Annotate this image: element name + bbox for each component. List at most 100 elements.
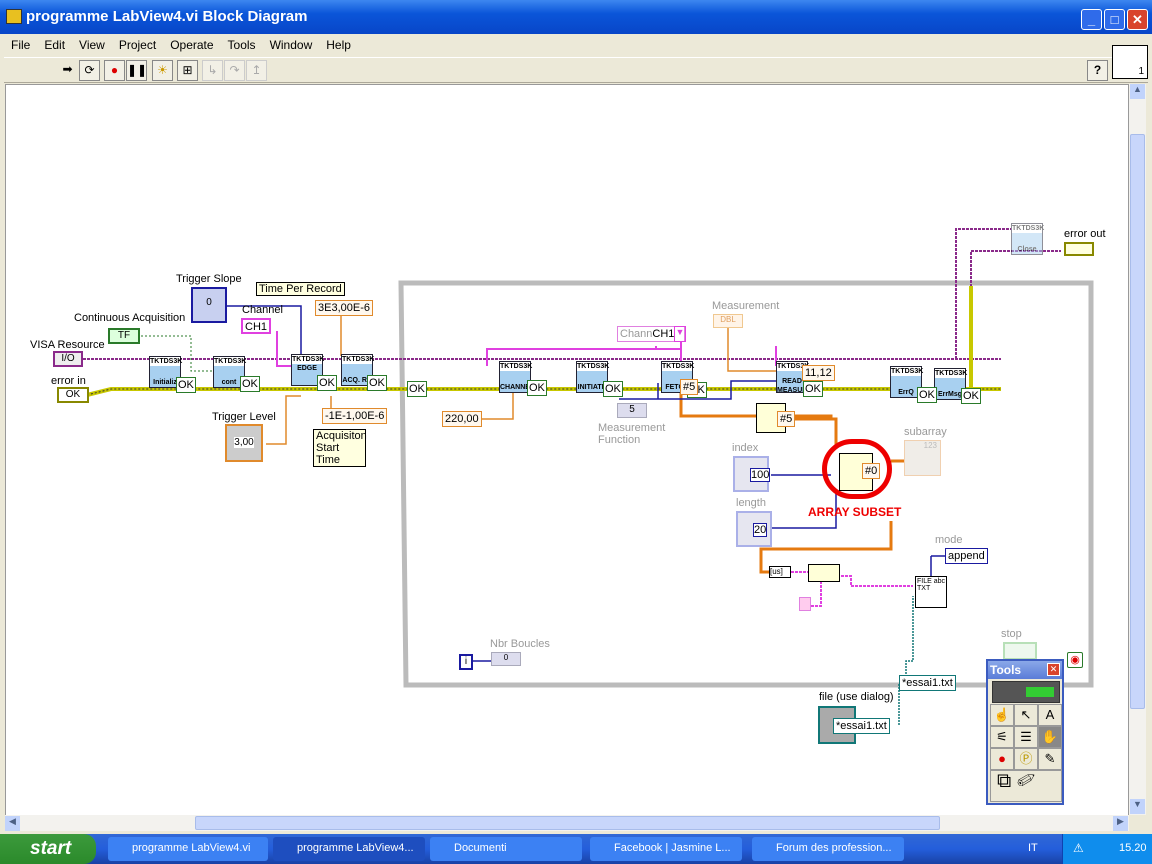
set-color-tool-icon[interactable]: ⧉ ✐: [990, 770, 1062, 802]
tools-palette[interactable]: Tools ✕ ☝ ↖ A ⚟ ☰ ✋ ● Ⓟ ✎ ⧉ ✐: [986, 659, 1064, 805]
error-indicator: OK: [407, 381, 427, 397]
file-dialog-value[interactable]: *essai1.txt: [833, 718, 890, 734]
maximize-button[interactable]: □: [1104, 9, 1125, 30]
array-subset-annotation: ARRAY SUBSET: [808, 505, 902, 519]
error-indicator: OK: [367, 375, 387, 391]
tray-network-icon[interactable]: ⚠: [1073, 841, 1084, 855]
step-out-button[interactable]: ↥: [246, 60, 267, 81]
retain-wire-values-button[interactable]: ⊞: [177, 60, 198, 81]
edit-text-tool-icon[interactable]: A: [1038, 704, 1062, 726]
trigger-slope-control[interactable]: 0: [191, 287, 227, 323]
block-diagram-canvas[interactable]: Trigger Slope 0 Time Per Record 3E3,00E-…: [5, 84, 1129, 816]
taskbar-item-labview-diagram[interactable]: programme LabView4...: [273, 837, 425, 861]
channel-control[interactable]: CH1: [241, 318, 272, 334]
menu-window[interactable]: Window: [263, 36, 320, 54]
scroll-tool-icon[interactable]: ✋: [1038, 726, 1062, 748]
labview-icon: [6, 9, 22, 24]
continuous-acquisition-control[interactable]: TF: [108, 328, 140, 344]
highlight-execution-button[interactable]: ☀: [152, 60, 173, 81]
vi-vendor: TKTDS3K: [500, 363, 533, 370]
wires: [83, 228, 1094, 725]
taskbar-item-forum[interactable]: Forum des profession...: [752, 837, 904, 861]
time-per-record-label: Time Per Record: [256, 282, 345, 296]
taskbar-item-facebook[interactable]: Facebook | Jasmine L...: [590, 837, 742, 861]
scroll-right-icon[interactable]: ▶: [1113, 816, 1128, 831]
vi-icon[interactable]: 1: [1112, 45, 1148, 79]
visa-resource-control[interactable]: I/O: [53, 351, 83, 367]
start-button[interactable]: start: [0, 834, 96, 864]
stop-control[interactable]: [1003, 642, 1037, 660]
get-color-tool-icon[interactable]: ✎: [1038, 748, 1062, 770]
run-arrow-icon[interactable]: ➡: [57, 60, 78, 81]
error-in-control[interactable]: OK: [57, 387, 89, 403]
delimiter-constant[interactable]: [799, 597, 811, 611]
menu-edit[interactable]: Edit: [37, 36, 72, 54]
write-to-spreadsheet-file-vi[interactable]: FILE abc TXT: [915, 576, 947, 608]
loop-condition-icon[interactable]: ◉: [1067, 652, 1083, 668]
menu-help[interactable]: Help: [319, 36, 358, 54]
fetch-array-index: #5: [680, 379, 699, 395]
measurement-label: Measurement: [712, 300, 780, 312]
build-array-node[interactable]: [808, 564, 840, 582]
error-indicator: OK: [240, 376, 260, 392]
menu-project[interactable]: Project: [112, 36, 163, 54]
operate-value-tool-icon[interactable]: ☝: [990, 704, 1014, 726]
error-in-label: error in: [51, 375, 86, 387]
position-select-tool-icon[interactable]: ↖: [1014, 704, 1038, 726]
menu-file[interactable]: File: [4, 36, 37, 54]
vi-vendor: TKTDS3K: [1012, 225, 1045, 232]
length-value: 20: [753, 523, 768, 537]
run-continuously-button[interactable]: ⟳: [79, 60, 100, 81]
breakpoint-tool-icon[interactable]: ●: [990, 748, 1014, 770]
step-over-button[interactable]: ↷: [224, 60, 245, 81]
trigger-level-control[interactable]: 3,00: [225, 424, 263, 462]
error-indicator: OK: [176, 377, 196, 393]
mode-constant[interactable]: append: [945, 548, 988, 564]
error-out-indicator: [1064, 242, 1094, 256]
number-to-string-node[interactable]: [us]: [769, 566, 791, 578]
connect-wire-tool-icon[interactable]: ⚟: [990, 726, 1014, 748]
taskbar-item-labview-vi[interactable]: programme LabView4.vi: [108, 837, 268, 861]
horizontal-scrollbar[interactable]: ◀ ▶: [5, 815, 1129, 831]
pause-button[interactable]: ❚❚: [126, 60, 147, 81]
menu-tools[interactable]: Tools: [221, 36, 263, 54]
scroll-left-icon[interactable]: ◀: [5, 816, 20, 831]
automatic-tool-selection-toggle[interactable]: [992, 681, 1060, 703]
menu-bar: File Edit View Project Operate Tools Window Hel…: [4, 36, 1148, 56]
index-control[interactable]: 100: [733, 456, 771, 492]
probe-tool-icon[interactable]: Ⓟ: [1014, 748, 1038, 770]
step-into-button[interactable]: ↳: [202, 60, 223, 81]
close-button[interactable]: ✕: [1127, 9, 1148, 30]
close-vi[interactable]: TKTDS3K Close: [1011, 223, 1045, 255]
error-out-label: error out: [1064, 228, 1106, 240]
scroll-up-icon[interactable]: ▲: [1130, 84, 1145, 99]
vertical-scroll-thumb[interactable]: [1130, 134, 1145, 709]
menu-view[interactable]: View: [72, 36, 112, 54]
vi-name: EDGE: [297, 365, 317, 372]
menu-operate[interactable]: Operate: [163, 36, 220, 54]
dropdown-arrow-icon[interactable]: ▼: [674, 326, 686, 342]
abort-button[interactable]: ●: [104, 60, 125, 81]
minimize-button[interactable]: _: [1081, 9, 1102, 30]
shortcut-menu-tool-icon[interactable]: ☰: [1014, 726, 1038, 748]
clock: 15.20: [1119, 842, 1147, 854]
horizontal-scroll-thumb[interactable]: [195, 816, 940, 830]
tools-palette-close-button[interactable]: ✕: [1047, 663, 1060, 676]
error-indicator: OK: [603, 381, 623, 397]
index-array-output: #5: [777, 411, 796, 427]
language-indicator[interactable]: IT: [1028, 842, 1038, 854]
acquisition-start-time-label: Acquisiton Start Time: [313, 429, 367, 467]
vertical-range-constant[interactable]: 220,00: [442, 411, 482, 427]
file-path-constant[interactable]: *essai1.txt: [899, 675, 956, 691]
taskbar-item-documenti[interactable]: Documenti: [430, 837, 582, 861]
channel-constant-value[interactable]: CH1: [652, 328, 674, 340]
window-title: programme LabView4.vi Block Diagram: [26, 8, 308, 25]
nbr-boucles-label: Nbr Boucles: [490, 638, 550, 650]
length-control[interactable]: 20: [736, 511, 772, 547]
time-per-record-constant[interactable]: 3E3,00E-6: [315, 300, 373, 316]
vertical-scrollbar[interactable]: ▲ ▼: [1129, 84, 1146, 815]
acquisition-start-time-constant[interactable]: -1E-1,00E-6: [322, 408, 388, 424]
context-help-button[interactable]: ?: [1087, 60, 1108, 81]
measurement-function-control[interactable]: 5: [617, 403, 647, 418]
scroll-down-icon[interactable]: ▼: [1130, 799, 1145, 814]
